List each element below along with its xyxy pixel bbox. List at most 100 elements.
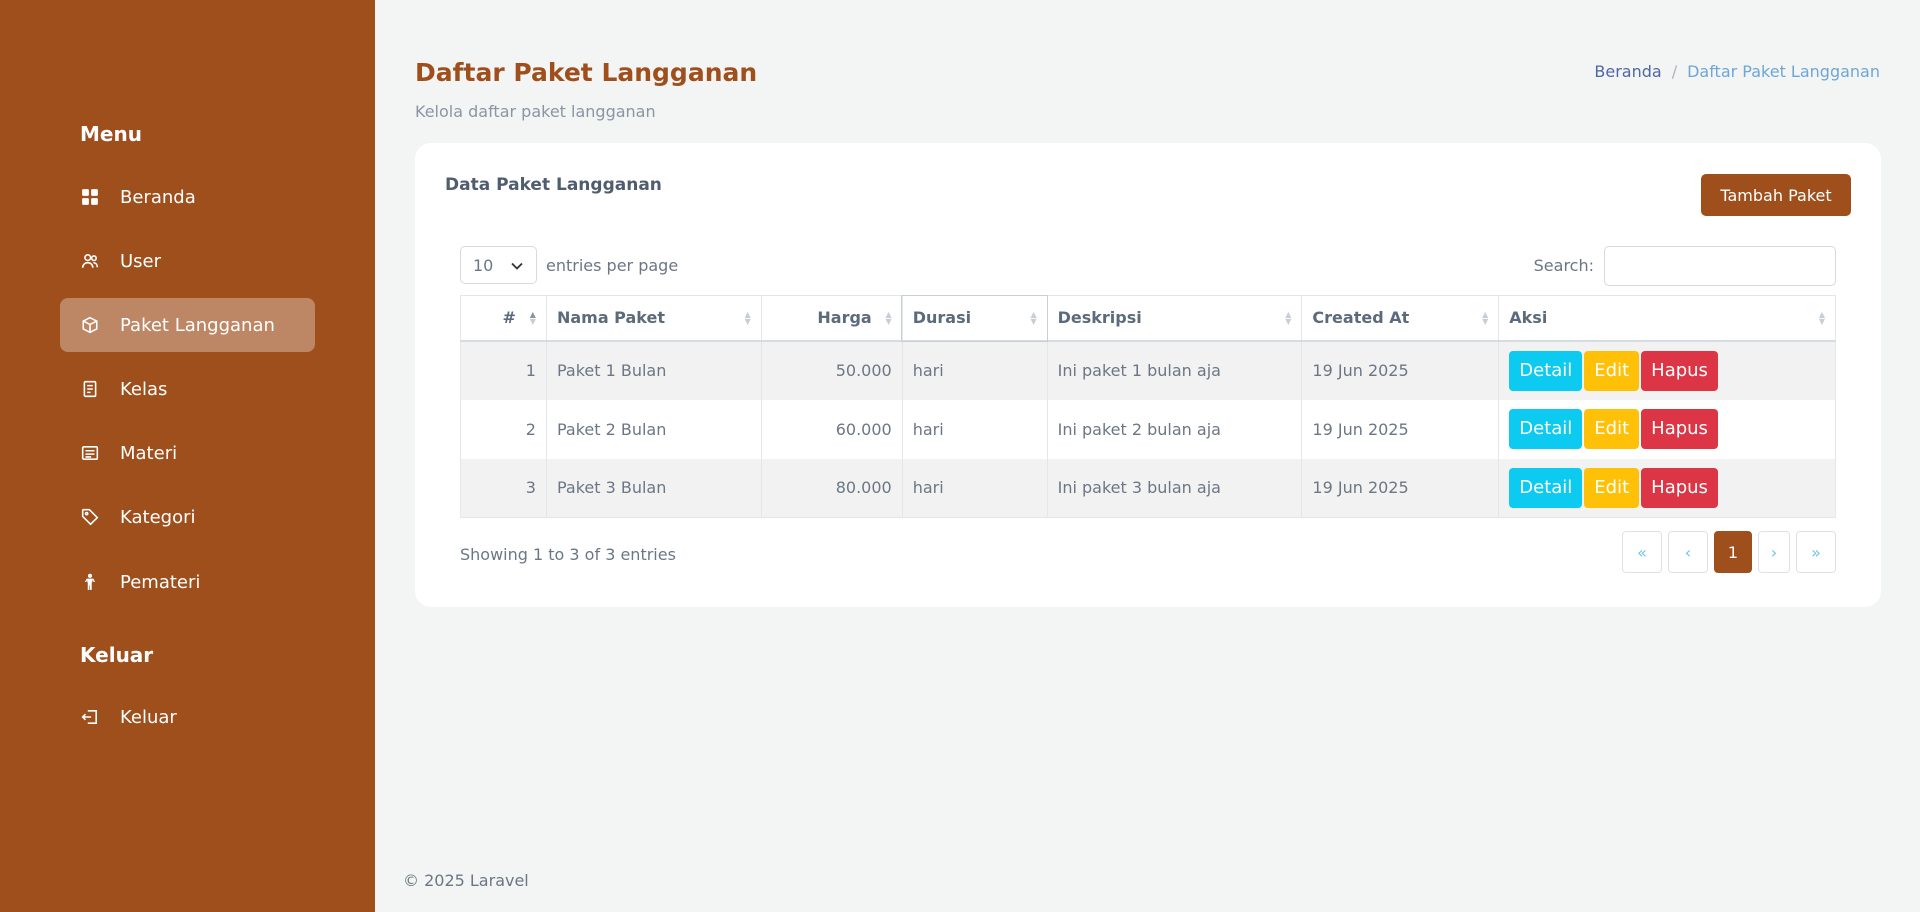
sort-icon: ▲ ▼ [744,309,751,326]
detail-button[interactable]: Detail [1509,409,1583,449]
sidebar-item-keluar[interactable]: Keluar [60,690,315,744]
cell-durasi: hari [901,340,1048,400]
sidebar-item-label: Kelas [120,378,168,400]
footer-copyright: © 2025 Laravel [403,871,529,890]
sidebar-item-label: Kategori [120,506,196,528]
sidebar-item-pemateri[interactable]: Pemateri [60,555,315,609]
sidebar-item-kategori[interactable]: Kategori [60,490,315,544]
sidebar-item-user[interactable]: User [60,234,315,288]
column-header-durasi[interactable]: Durasi ▲ ▼ [901,294,1049,342]
sort-icon: ▲ ▼ [1818,309,1825,326]
material-icon [80,443,100,463]
cell-nama-paket: Paket 2 Bulan [545,399,762,459]
person-icon [80,572,100,592]
cell-durasi: hari [901,458,1048,518]
edit-button[interactable]: Edit [1584,467,1640,508]
column-header-created-at[interactable]: Created At ▲ ▼ [1301,295,1500,342]
sidebar-item-paket-langganan[interactable]: Paket Langganan [60,298,315,352]
cell-durasi: hari [901,399,1048,459]
page-title: Daftar Paket Langganan [415,58,758,87]
sidebar-item-label: User [120,250,162,272]
column-header-harga[interactable]: Harga ▲ ▼ [760,295,903,342]
cell-deskripsi: Ini paket 3 bulan aja [1046,458,1303,518]
sort-icon: ▲ ▼ [1285,309,1292,326]
users-icon [80,251,100,271]
tag-icon [80,507,100,527]
cell-harga: 60.000 [760,399,903,459]
pagination-next[interactable]: › [1758,531,1790,573]
sidebar-item-label: Keluar [120,706,177,728]
sort-icon: ▲ ▼ [885,309,892,326]
pagination: « ‹ 1 › » [1622,531,1836,573]
entries-per-page-select[interactable]: 10 [460,246,537,284]
cell-deskripsi: Ini paket 1 bulan aja [1046,340,1303,400]
cell-actions: Detail Edit Hapus [1498,458,1836,518]
subscription-table: # ▲ ▼ Nama Paket ▲ ▼ Harga ▲ ▼ Durasi ▲ ▼ [460,294,1836,518]
chevron-down-icon [510,256,524,275]
class-icon [80,379,100,399]
breadcrumb: Beranda / Daftar Paket Langganan [1594,62,1880,81]
sidebar-item-label: Pemateri [120,571,201,593]
table-row: 1 Paket 1 Bulan 50.000 hari Ini paket 1 … [460,340,1836,400]
column-header-aksi[interactable]: Aksi ▲ ▼ [1498,295,1836,342]
column-header-number[interactable]: # ▲ ▼ [460,295,547,342]
sidebar: Menu Beranda User Paket Langganan Kelas … [0,0,375,912]
sidebar-item-label: Materi [120,442,178,464]
sidebar-item-label: Beranda [120,186,196,208]
pagination-page-1[interactable]: 1 [1714,531,1752,573]
column-header-nama-paket[interactable]: Nama Paket ▲ ▼ [545,295,762,342]
cell-harga: 80.000 [760,458,903,518]
card-title: Data Paket Langganan [445,175,662,195]
entries-value: 10 [473,255,494,275]
cell-nama-paket: Paket 1 Bulan [545,340,762,400]
cell-created-at: 19 Jun 2025 [1301,458,1500,518]
sidebar-item-beranda[interactable]: Beranda [60,170,315,224]
breadcrumb-current: Daftar Paket Langganan [1687,62,1880,81]
menu-section-title: Menu [80,122,142,146]
cell-harga: 50.000 [760,340,903,400]
delete-button[interactable]: Hapus [1641,350,1718,391]
pagination-first[interactable]: « [1622,531,1662,573]
search-label: Search: [1533,256,1594,275]
data-card: Data Paket Langganan Tambah Paket 10 ent… [415,143,1881,607]
cell-deskripsi: Ini paket 2 bulan aja [1046,399,1303,459]
table-row: 3 Paket 3 Bulan 80.000 hari Ini paket 3 … [460,458,1836,518]
column-header-deskripsi[interactable]: Deskripsi ▲ ▼ [1046,295,1303,342]
table-row: 2 Paket 2 Bulan 60.000 hari Ini paket 2 … [460,399,1836,459]
pagination-last[interactable]: » [1796,531,1836,573]
delete-button[interactable]: Hapus [1641,409,1718,449]
pagination-prev[interactable]: ‹ [1668,531,1708,573]
cell-actions: Detail Edit Hapus [1498,340,1836,400]
logout-section-title: Keluar [80,643,154,667]
dashboard-icon [80,187,100,207]
edit-button[interactable]: Edit [1584,409,1640,449]
add-package-button[interactable]: Tambah Paket [1701,174,1851,216]
sort-icon: ▲ ▼ [1482,309,1489,326]
detail-button[interactable]: Detail [1509,467,1583,508]
sidebar-item-label: Paket Langganan [120,314,275,336]
detail-button[interactable]: Detail [1509,350,1583,391]
logout-icon [80,707,100,727]
cell-actions: Detail Edit Hapus [1498,399,1836,459]
delete-button[interactable]: Hapus [1641,467,1718,508]
sidebar-item-materi[interactable]: Materi [60,426,315,480]
edit-button[interactable]: Edit [1584,350,1640,391]
cell-created-at: 19 Jun 2025 [1301,340,1500,400]
main-content: Daftar Paket Langganan Kelola daftar pak… [375,0,1920,912]
sidebar-item-kelas[interactable]: Kelas [60,362,315,416]
cell-created-at: 19 Jun 2025 [1301,399,1500,459]
breadcrumb-home-link[interactable]: Beranda [1594,62,1661,81]
breadcrumb-separator: / [1671,62,1678,81]
sort-icon: ▲ ▼ [1030,309,1037,326]
box-icon [80,315,100,335]
cell-number: 2 [460,399,547,459]
table-info: Showing 1 to 3 of 3 entries [460,545,676,564]
entries-label: entries per page [546,256,679,275]
cell-number: 3 [460,458,547,518]
table-header-row: # ▲ ▼ Nama Paket ▲ ▼ Harga ▲ ▼ Durasi ▲ ▼ [460,294,1836,342]
search-input[interactable] [1604,246,1836,286]
cell-nama-paket: Paket 3 Bulan [545,458,762,518]
cell-number: 1 [460,340,547,400]
sort-icon: ▲ ▼ [529,309,536,326]
page-subtitle: Kelola daftar paket langganan [415,102,656,121]
